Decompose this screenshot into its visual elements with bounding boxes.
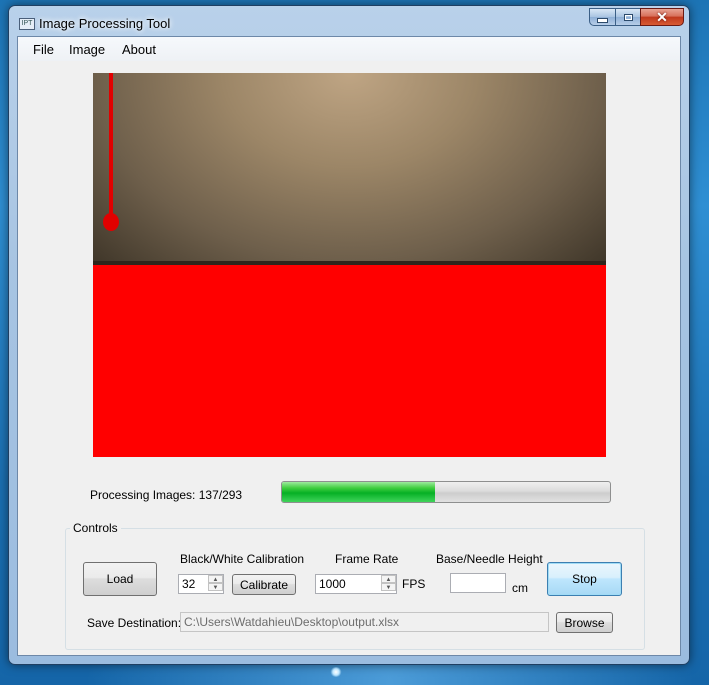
- close-button[interactable]: ✕: [640, 8, 684, 26]
- fps-unit-label: FPS: [402, 577, 426, 591]
- image-preview: [93, 73, 606, 457]
- calibration-spinner[interactable]: ▲ ▼: [208, 575, 224, 593]
- spin-down-icon[interactable]: ▼: [208, 583, 223, 591]
- menu-about[interactable]: About: [122, 42, 156, 57]
- stop-button[interactable]: Stop: [547, 562, 622, 596]
- maximize-icon: [623, 13, 633, 21]
- frame-rate-label: Frame Rate: [335, 552, 399, 566]
- caption-buttons: ✕: [589, 8, 684, 26]
- menu-image[interactable]: Image: [69, 42, 105, 57]
- progress-bar: [281, 481, 611, 503]
- controls-group-title: Controls: [70, 521, 121, 535]
- menu-file[interactable]: File: [33, 42, 54, 57]
- camera-frame-region: [93, 73, 606, 263]
- browse-button[interactable]: Browse: [556, 612, 613, 633]
- spin-up-icon[interactable]: ▲: [208, 575, 223, 583]
- progress-fill: [282, 482, 436, 502]
- close-icon: ✕: [656, 8, 668, 25]
- surface-line: [93, 261, 606, 265]
- title-bar[interactable]: IPT Image Processing Tool ✕: [9, 6, 689, 36]
- frame-rate-value: 1000: [319, 577, 346, 591]
- calibration-label: Black/White Calibration: [180, 552, 305, 566]
- save-destination-label: Save Destination:: [87, 616, 182, 630]
- window-title: Image Processing Tool: [39, 16, 171, 31]
- app-window: IPT Image Processing Tool ✕ File Image A…: [8, 5, 690, 665]
- taskbar-glow: [330, 667, 342, 677]
- maximize-button[interactable]: [615, 8, 640, 26]
- app-icon[interactable]: IPT: [19, 18, 35, 30]
- load-button[interactable]: Load: [83, 562, 157, 596]
- needle-shaft: [109, 73, 113, 223]
- cm-unit-label: cm: [512, 581, 528, 595]
- minimize-button[interactable]: [589, 8, 615, 26]
- calibration-value: 32: [182, 577, 196, 591]
- spin-down-icon[interactable]: ▼: [381, 583, 396, 591]
- frame-rate-spinner[interactable]: ▲ ▼: [381, 575, 397, 593]
- spin-up-icon[interactable]: ▲: [381, 575, 396, 583]
- menu-bar: File Image About: [18, 37, 680, 61]
- needle-tip: [103, 213, 119, 231]
- minimize-icon: [597, 17, 608, 23]
- save-destination-path: C:\Users\Watdahieu\Desktop\output.xlsx: [184, 615, 399, 629]
- client-area: File Image About Processing Images: 137/…: [17, 36, 681, 656]
- base-needle-label: Base/Needle Height: [436, 552, 543, 566]
- calibrate-button[interactable]: Calibrate: [232, 574, 296, 595]
- progress-label: Processing Images: 137/293: [90, 488, 243, 502]
- save-destination-field[interactable]: C:\Users\Watdahieu\Desktop\output.xlsx: [180, 612, 549, 632]
- base-needle-input[interactable]: [450, 573, 506, 593]
